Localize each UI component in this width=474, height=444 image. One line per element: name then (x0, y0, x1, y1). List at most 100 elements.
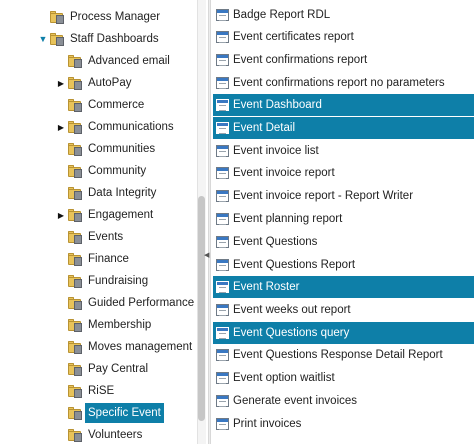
tree-scrollbar-thumb[interactable] (198, 196, 205, 421)
tree-item-label: Process Manager (70, 11, 161, 23)
report-icon (216, 418, 229, 430)
tree-item-specific-event[interactable]: Specific Event (56, 402, 164, 424)
report-item[interactable]: Event Questions Report (213, 254, 474, 276)
folder-tree: Process Manager ▼ Staff Dashboards Advan… (0, 0, 196, 444)
report-item[interactable]: Badge Report RDL (213, 4, 474, 26)
report-icon (216, 395, 229, 407)
report-icon (216, 259, 229, 271)
report-item[interactable]: Event option waitlist (213, 367, 474, 389)
tree-item-communities[interactable]: Communities (56, 138, 158, 160)
folder-icon (68, 186, 82, 200)
report-item-selected[interactable]: Event Questions query (213, 322, 474, 344)
tree-item-label: Data Integrity (88, 187, 157, 199)
tree-item-label: Engagement (88, 209, 154, 221)
tree-item-label: Specific Event (85, 403, 164, 423)
report-label: Event confirmations report no parameters (233, 77, 445, 89)
report-label: Event Dashboard (233, 99, 322, 111)
tree-item-membership[interactable]: Membership (56, 314, 154, 336)
folder-icon (68, 428, 82, 442)
folder-icon (68, 142, 82, 156)
collapse-arrow-icon[interactable]: ▼ (38, 34, 48, 44)
folder-icon (68, 384, 82, 398)
tree-item-label: Communications (88, 121, 174, 133)
report-label: Event invoice list (233, 145, 319, 157)
report-item[interactable]: Event weeks out report (213, 299, 474, 321)
tree-item-label: Pay Central (88, 363, 149, 375)
report-item-selected[interactable]: Event Roster (213, 276, 474, 298)
report-item[interactable]: Event Questions Response Detail Report (213, 344, 474, 366)
tree-item-label: Commerce (88, 99, 145, 111)
report-item[interactable]: Event certificates report (213, 26, 474, 48)
report-item[interactable]: Event invoice list (213, 140, 474, 162)
folder-icon (68, 318, 82, 332)
tree-item-commerce[interactable]: Commerce (56, 94, 147, 116)
pane-splitter[interactable] (208, 0, 211, 444)
report-item-selected[interactable]: Event Detail (213, 117, 474, 139)
tree-item-engagement[interactable]: ▶ Engagement (56, 204, 156, 226)
tree-item-data-integrity[interactable]: Data Integrity (56, 182, 159, 204)
tree-item-autopay[interactable]: ▶ AutoPay (56, 72, 134, 94)
tree-item-rise[interactable]: RiSE (56, 380, 117, 402)
folder-icon (50, 10, 64, 24)
report-icon (216, 327, 229, 339)
folder-icon (68, 164, 82, 178)
folder-icon (68, 362, 82, 376)
report-icon (216, 236, 229, 248)
tree-item-label: Finance (88, 253, 129, 265)
folder-icon (68, 120, 82, 134)
report-icon (216, 190, 229, 202)
tree-item-staff-dashboards[interactable]: ▼ Staff Dashboards (38, 28, 162, 50)
report-label: Generate event invoices (233, 395, 358, 407)
tree-item-communications[interactable]: ▶ Communications (56, 116, 177, 138)
report-item[interactable]: Event invoice report - Report Writer (213, 185, 474, 207)
tree-item-advanced-email[interactable]: Advanced email (56, 50, 173, 72)
report-item[interactable]: Event Questions (213, 231, 474, 253)
report-icon (216, 99, 229, 111)
tree-item-fundraising[interactable]: Fundraising (56, 270, 151, 292)
report-icon (216, 9, 229, 21)
report-label: Event Questions query (233, 327, 350, 339)
folder-icon (68, 274, 82, 288)
tree-item-guided-performance[interactable]: Guided Performance Sc (56, 292, 196, 314)
tree-item-events[interactable]: Events (56, 226, 126, 248)
folder-icon (68, 98, 82, 112)
expand-arrow-icon[interactable]: ▶ (56, 211, 66, 220)
tree-item-finance[interactable]: Finance (56, 248, 132, 270)
tree-item-label: AutoPay (88, 77, 132, 89)
tree-item-moves-management[interactable]: Moves management (56, 336, 195, 358)
report-item-selected[interactable]: Event Dashboard (213, 94, 474, 116)
tree-item-community[interactable]: Community (56, 160, 149, 182)
report-label: Event Questions Report (233, 259, 356, 271)
report-label: Event planning report (233, 213, 343, 225)
report-item[interactable]: Event invoice report (213, 162, 474, 184)
report-icon (216, 304, 229, 316)
report-icon (216, 77, 229, 89)
collapse-pane-icon[interactable]: ◀ (204, 251, 209, 259)
report-item[interactable]: Generate event invoices (213, 390, 474, 412)
report-label: Event weeks out report (233, 304, 351, 316)
report-label: Event Detail (233, 122, 296, 134)
report-item[interactable]: Print invoices (213, 413, 474, 435)
report-icon (216, 122, 229, 134)
report-label: Event Questions Response Detail Report (233, 349, 443, 361)
report-label: Event option waitlist (233, 372, 335, 384)
expand-arrow-icon[interactable]: ▶ (56, 123, 66, 132)
report-label: Print invoices (233, 418, 302, 430)
folder-icon (68, 340, 82, 354)
report-list: Badge Report RDL Event certificates repo… (213, 0, 474, 444)
folder-icon (68, 230, 82, 244)
tree-item-label: RiSE (88, 385, 115, 397)
report-item[interactable]: Event confirmations report (213, 49, 474, 71)
folder-icon (68, 252, 82, 266)
tree-item-label: Moves management (88, 341, 193, 353)
tree-item-process-manager[interactable]: Process Manager (38, 6, 163, 28)
report-item[interactable]: Event confirmations report no parameters (213, 72, 474, 94)
folder-icon (68, 296, 82, 310)
report-item[interactable]: Event planning report (213, 208, 474, 230)
report-label: Event invoice report (233, 167, 335, 179)
tree-item-label: Advanced email (88, 55, 170, 67)
expand-arrow-icon[interactable]: ▶ (56, 79, 66, 88)
tree-item-pay-central[interactable]: Pay Central (56, 358, 151, 380)
tree-item-volunteers[interactable]: Volunteers (56, 424, 145, 444)
report-label: Event confirmations report (233, 54, 368, 66)
